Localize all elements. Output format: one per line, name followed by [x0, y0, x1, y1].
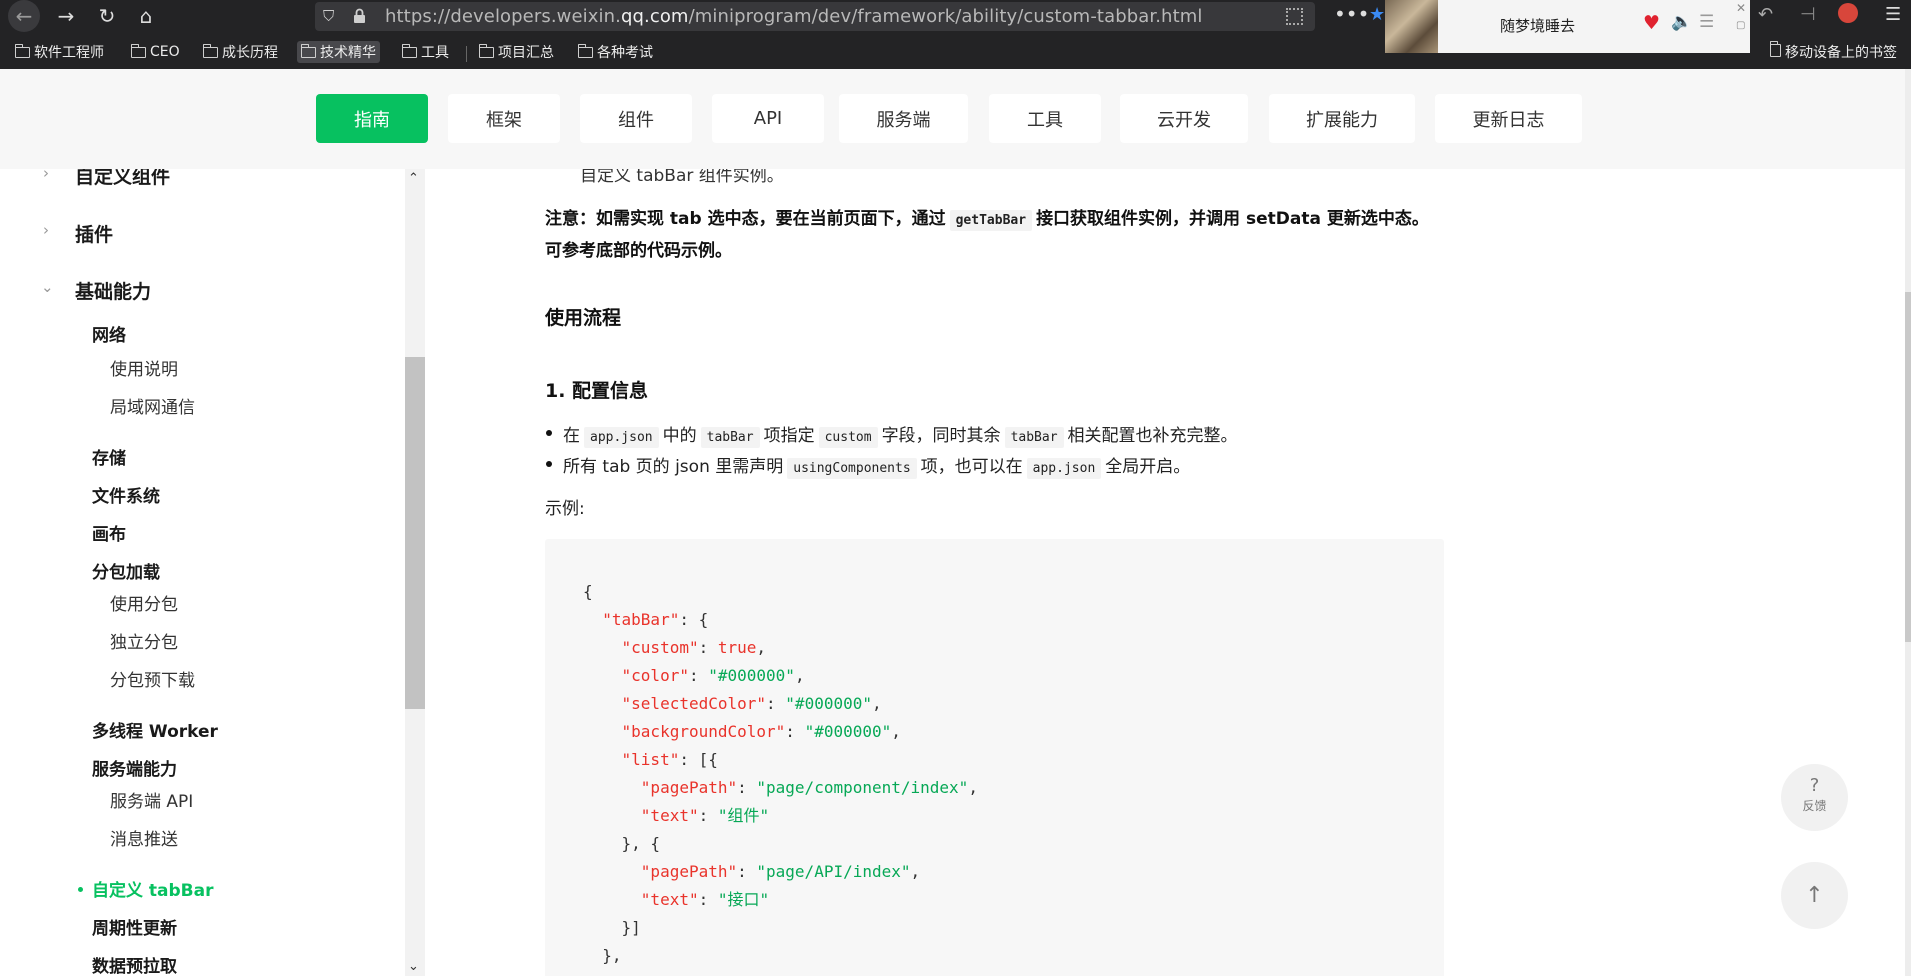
bookmarks-bar: 软件工程师 CEO 成长历程 技术精华 工具 项目汇总 各种考试 — [0, 38, 1911, 66]
sidebar: › 自定义组件 › 插件 ⌄ 基础能力 网络 使用说明 局域网通信 存储 文件系… — [0, 169, 405, 976]
list-item: 在 app.json 中的 tabBar 项指定 custom 字段，同时其余 tabBar 相… — [546, 421, 1238, 448]
sidebar-item-worker[interactable]: 多线程 Worker — [92, 717, 218, 742]
bookmark-folder[interactable]: 各种考试 — [574, 41, 657, 63]
bookmark-folder[interactable]: 项目汇总 — [475, 41, 558, 63]
mobile-bookmarks[interactable]: 移动设备上的书签 — [1769, 41, 1897, 62]
example-label: 示例: — [545, 499, 585, 519]
sidebar-item-preload-subpackages[interactable]: 分包预下载 — [110, 666, 195, 691]
scroll-down-icon[interactable]: ⌄ — [408, 959, 419, 974]
pin-icon[interactable]: ⊣ — [1800, 4, 1816, 25]
tab-tools[interactable]: 工具 — [989, 94, 1101, 143]
extension-icon[interactable] — [1838, 3, 1858, 23]
sidebar-item-basic-capabilities[interactable]: 基础能力 — [75, 277, 151, 304]
browser-toolbar: ← → ↻ ⌂ ⛉ https://developers.weixin.qq.c… — [0, 0, 1911, 53]
note-line: 可参考底部的代码示例。 — [545, 241, 732, 261]
scroll-up-icon[interactable]: ⌃ — [408, 171, 419, 186]
close-icon[interactable]: ✕ — [1736, 1, 1746, 15]
tab-extensions[interactable]: 扩展能力 — [1269, 94, 1415, 143]
sidebar-item-use-subpackages[interactable]: 使用分包 — [110, 590, 178, 615]
tab-changelog[interactable]: 更新日志 — [1435, 94, 1582, 143]
lock-icon[interactable] — [353, 8, 366, 24]
sidebar-item-canvas[interactable]: 画布 — [92, 520, 126, 545]
bookmark-folder[interactable]: 工具 — [398, 41, 453, 63]
shield-icon[interactable]: ⛉ — [323, 7, 334, 25]
sidebar-item-periodic-update[interactable]: 周期性更新 — [92, 914, 177, 939]
undo-icon[interactable]: ↶ — [1758, 4, 1773, 25]
section-heading: 使用流程 — [545, 307, 622, 329]
arrow-up-icon: ↑ — [1805, 883, 1824, 908]
section-heading: 1. 配置信息 — [545, 380, 649, 402]
question-icon: ? — [1809, 775, 1820, 796]
bookmark-folder[interactable]: 技术精华 — [297, 41, 380, 63]
url-text[interactable]: https://developers.weixin.qq.com/minipro… — [385, 6, 1202, 27]
address-bar[interactable]: ⛉ https://developers.weixin.qq.com/minip… — [315, 2, 1315, 31]
scrollbar-thumb[interactable] — [405, 357, 425, 709]
sidebar-item-custom-tabbar[interactable]: 自定义 tabBar — [92, 876, 214, 901]
bookmark-folder[interactable]: 软件工程师 — [11, 41, 108, 63]
cut-off-text: 自定义 tabBar 组件实例。 — [580, 169, 784, 186]
bookmark-separator — [466, 46, 467, 62]
back-icon[interactable]: ← — [8, 0, 40, 32]
sidebar-item-subpackages[interactable]: 分包加载 — [92, 558, 160, 583]
more-icon[interactable]: ••• — [1334, 2, 1369, 26]
sidebar-item-filesystem[interactable]: 文件系统 — [92, 482, 160, 507]
sidebar-item-storage[interactable]: 存储 — [92, 444, 126, 469]
reload-icon[interactable]: ↻ — [91, 2, 123, 30]
bookmark-star-icon[interactable]: ★ — [1369, 4, 1385, 25]
qr-icon[interactable] — [1286, 8, 1303, 25]
chevron-right-icon[interactable]: › — [43, 221, 49, 239]
playlist-icon[interactable]: ☰ — [1699, 12, 1714, 32]
sidebar-item-independent-subpackages[interactable]: 独立分包 — [110, 628, 178, 653]
bookmark-folder[interactable]: 成长历程 — [199, 41, 282, 63]
sidebar-item-network-usage[interactable]: 使用说明 — [110, 355, 178, 380]
feedback-label: 反馈 — [1802, 799, 1827, 813]
inline-code: getTabBar — [949, 210, 1033, 231]
tab-framework[interactable]: 框架 — [448, 94, 560, 143]
tab-components[interactable]: 组件 — [580, 94, 692, 143]
menu-icon[interactable]: ☰ — [1885, 4, 1901, 25]
folder-icon — [202, 43, 218, 58]
page-scrollbar[interactable] — [1905, 69, 1911, 976]
sidebar-item-server-api[interactable]: 服务端 API — [110, 787, 193, 812]
sidebar-item-push-messages[interactable]: 消息推送 — [110, 825, 178, 850]
sidebar-item-prefetch[interactable]: 数据预拉取 — [92, 952, 177, 976]
back-to-top-button[interactable]: ↑ — [1781, 862, 1848, 929]
sidebar-item-custom-components[interactable]: 自定义组件 — [75, 169, 170, 189]
top-navigation: 指南 框架 组件 API 服务端 工具 云开发 扩展能力 更新日志 — [0, 69, 1905, 169]
sidebar-scrollbar[interactable]: ⌃ ⌄ — [405, 169, 425, 976]
sidebar-item-server-capabilities[interactable]: 服务端能力 — [92, 755, 177, 780]
folder-icon — [14, 43, 30, 58]
chevron-down-icon[interactable]: ⌄ — [41, 278, 54, 296]
scrollbar-thumb[interactable] — [1905, 292, 1911, 642]
tab-guide[interactable]: 指南 — [316, 94, 428, 143]
code-text: { "tabBar": { "custom": true, "color": "… — [583, 582, 978, 965]
feedback-button[interactable]: ? 反馈 — [1781, 764, 1848, 831]
minimize-icon[interactable]: ▢ — [1736, 20, 1745, 31]
home-icon[interactable]: ⌂ — [130, 2, 162, 30]
tab-cloud[interactable]: 云开发 — [1120, 94, 1248, 143]
code-block: { "tabBar": { "custom": true, "color": "… — [545, 539, 1444, 976]
folder-icon — [130, 43, 146, 58]
forward-icon[interactable]: → — [50, 2, 82, 30]
folder-icon — [1769, 41, 1781, 57]
tab-api[interactable]: API — [712, 94, 824, 143]
note-line: 注意：如需实现 tab 选中态，要在当前页面下，通过 getTabBar 接口获取组… — [545, 209, 1429, 231]
folder-icon — [577, 43, 593, 58]
sidebar-item-network[interactable]: 网络 — [92, 321, 126, 346]
tab-server[interactable]: 服务端 — [839, 94, 968, 143]
speaker-icon[interactable]: 🔈 — [1671, 12, 1692, 32]
active-indicator — [78, 887, 83, 892]
chevron-right-icon[interactable]: › — [43, 169, 49, 182]
folder-icon — [300, 43, 316, 58]
article-content: 自定义 tabBar 组件实例。 注意：如需实现 tab 选中态，要在当前页面下… — [425, 169, 1905, 976]
folder-icon — [478, 43, 494, 58]
browser-chrome: ← → ↻ ⌂ ⛉ https://developers.weixin.qq.c… — [0, 0, 1911, 69]
song-title: 随梦境睡去 — [1500, 17, 1576, 35]
sidebar-item-network-lan[interactable]: 局域网通信 — [110, 393, 195, 418]
bookmark-folder[interactable]: CEO — [127, 41, 184, 63]
list-item: 所有 tab 页的 json 里需声明 usingComponents 项，也可以在… — [545, 452, 1190, 479]
sidebar-item-plugins[interactable]: 插件 — [75, 220, 113, 247]
folder-icon — [401, 43, 417, 58]
heart-icon[interactable]: ♥ — [1643, 12, 1660, 34]
